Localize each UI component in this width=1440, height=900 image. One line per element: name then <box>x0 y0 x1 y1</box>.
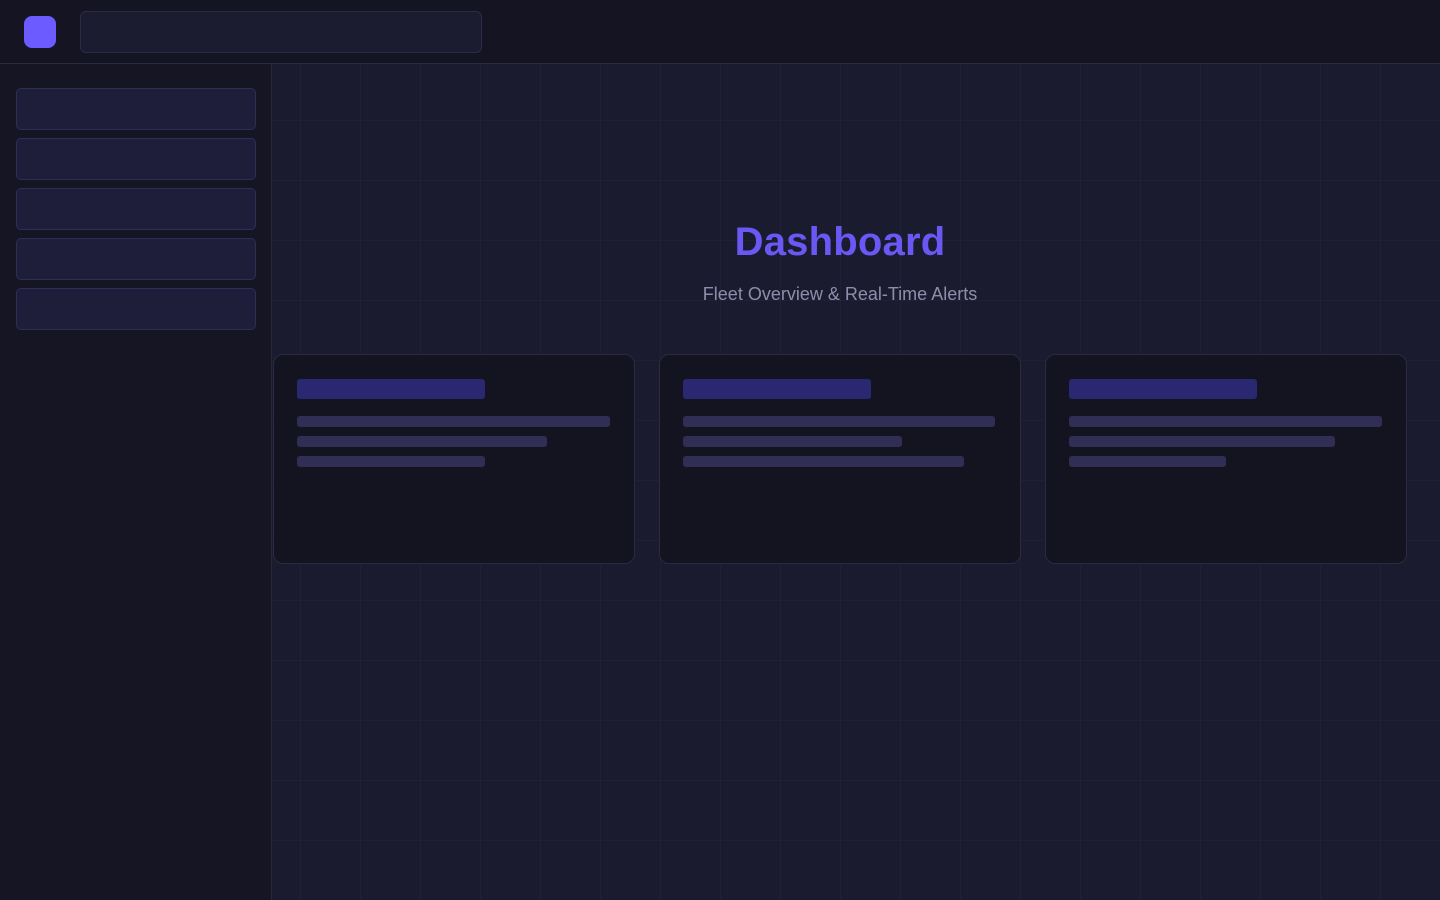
card-line-placeholder <box>1069 436 1335 447</box>
summary-card[interactable] <box>273 354 635 564</box>
main-content: Dashboard Fleet Overview & Real-Time Ale… <box>273 65 1440 900</box>
card-title-placeholder <box>297 379 485 399</box>
sidebar <box>0 64 272 900</box>
card-line-placeholder <box>683 416 995 427</box>
card-line-placeholder <box>1069 416 1382 427</box>
card-line-placeholder <box>297 436 547 447</box>
summary-card[interactable] <box>1045 354 1407 564</box>
card-line-placeholder <box>683 436 902 447</box>
top-bar <box>0 0 1440 64</box>
app-logo-icon[interactable] <box>24 16 56 48</box>
summary-card[interactable] <box>659 354 1021 564</box>
page-subtitle: Fleet Overview & Real-Time Alerts <box>702 284 978 304</box>
card-line-placeholder <box>297 456 485 467</box>
card-line-placeholder <box>297 416 610 427</box>
card-line-placeholder <box>1069 456 1226 467</box>
page-title: Dashboard <box>734 220 946 264</box>
sidebar-item-1[interactable] <box>16 88 256 130</box>
card-title-placeholder <box>683 379 871 399</box>
sidebar-item-5[interactable] <box>16 288 256 330</box>
card-title-placeholder <box>1069 379 1257 399</box>
sidebar-item-4[interactable] <box>16 238 256 280</box>
sidebar-item-2[interactable] <box>16 138 256 180</box>
search-input[interactable] <box>80 11 482 53</box>
sidebar-item-3[interactable] <box>16 188 256 230</box>
card-line-placeholder <box>683 456 964 467</box>
app-window: Dashboard Fleet Overview & Real-Time Ale… <box>0 0 1440 900</box>
